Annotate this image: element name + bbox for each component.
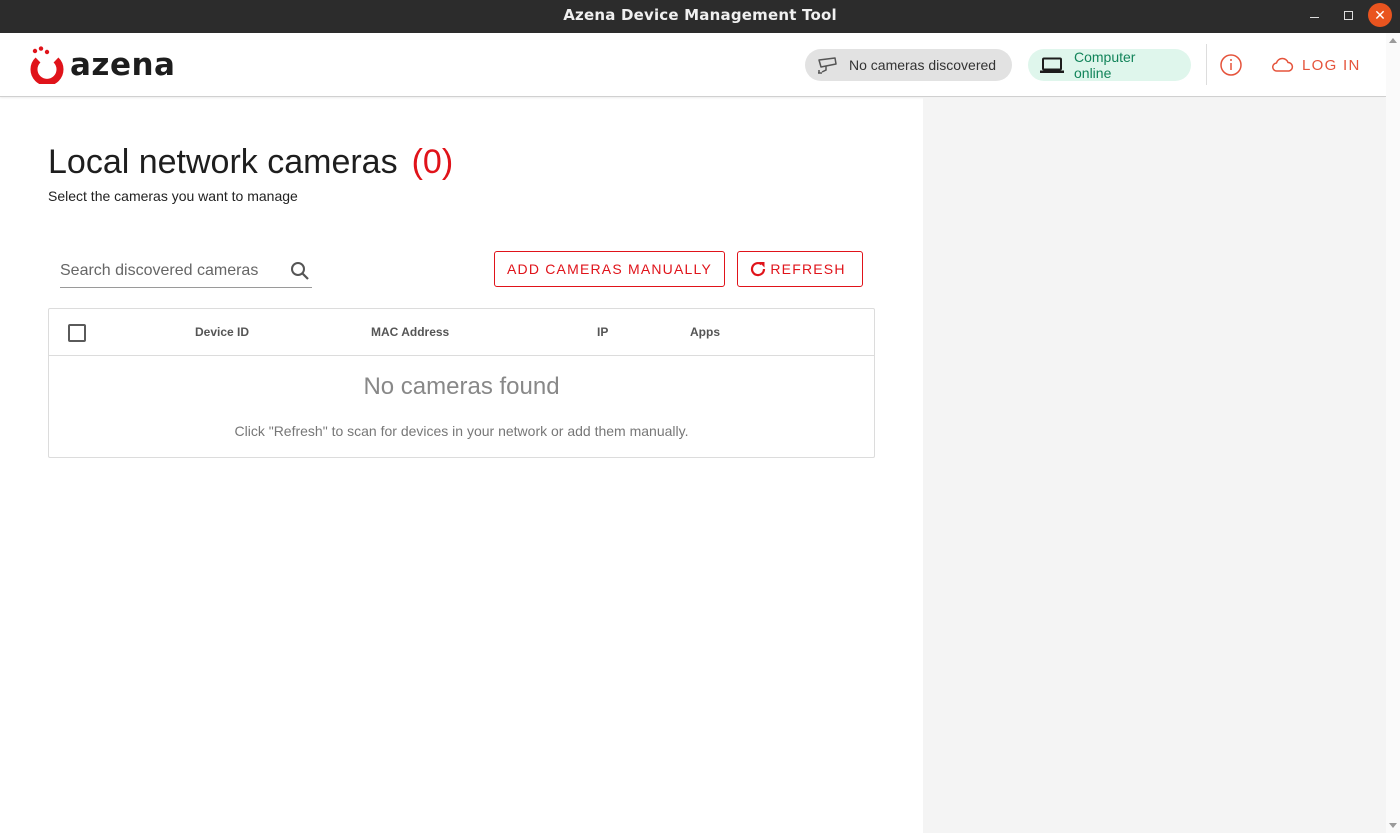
- refresh-button[interactable]: REFRESH: [737, 251, 863, 287]
- login-button[interactable]: LOG IN: [1272, 52, 1361, 78]
- azena-logo-icon: [30, 46, 64, 84]
- login-label: LOG IN: [1302, 56, 1361, 74]
- page-subtitle: Select the cameras you want to manage: [48, 188, 298, 204]
- empty-state-hint: Click "Refresh" to scan for devices in y…: [234, 423, 689, 439]
- maximize-button[interactable]: [1334, 0, 1362, 30]
- computer-status-text: Computer online: [1074, 49, 1136, 81]
- cameras-status-chip: No cameras discovered: [805, 49, 1012, 81]
- column-device-id[interactable]: Device ID: [195, 325, 249, 339]
- cloud-icon: [1272, 57, 1294, 73]
- app-header: azena No cameras discovered Computer onl…: [0, 33, 1386, 97]
- column-apps[interactable]: Apps: [690, 325, 720, 339]
- logo-text: azena: [70, 47, 176, 83]
- select-all-checkbox[interactable]: [68, 324, 86, 342]
- add-cameras-manually-button[interactable]: ADD CAMERAS MANUALLY: [494, 251, 725, 287]
- azena-logo[interactable]: azena: [30, 46, 175, 84]
- cameras-table: Device ID MAC Address IP Apps No cameras…: [48, 308, 875, 458]
- page-title-text: Local network cameras: [48, 143, 398, 181]
- column-ip[interactable]: IP: [597, 325, 608, 339]
- table-header: Device ID MAC Address IP Apps: [49, 309, 874, 356]
- cameras-status-text: No cameras discovered: [849, 57, 997, 73]
- search-input[interactable]: [60, 256, 282, 286]
- refresh-icon: [748, 259, 768, 279]
- page-title: Local network cameras (0): [48, 143, 453, 182]
- close-window-button[interactable]: ✕: [1368, 3, 1392, 27]
- scroll-down-arrow-icon[interactable]: [1389, 823, 1397, 828]
- laptop-icon: [1040, 57, 1064, 73]
- search-icon[interactable]: [290, 261, 310, 286]
- window-titlebar: Azena Device Management Tool ✕: [0, 0, 1400, 33]
- column-mac-address[interactable]: MAC Address: [371, 325, 449, 339]
- search-field: [60, 255, 312, 288]
- info-icon: [1220, 54, 1242, 76]
- computer-status-chip: Computer online: [1028, 49, 1191, 81]
- camera-icon: [817, 56, 839, 74]
- minimize-icon: [1309, 17, 1319, 18]
- header-divider: [1206, 44, 1207, 85]
- refresh-label: REFRESH: [770, 261, 846, 277]
- vertical-scrollbar[interactable]: [1386, 33, 1400, 833]
- maximize-icon: [1343, 10, 1353, 20]
- minimize-button[interactable]: [1300, 0, 1328, 30]
- side-panel: [923, 98, 1386, 833]
- info-button[interactable]: [1219, 53, 1243, 77]
- close-icon: ✕: [1374, 6, 1386, 23]
- window-title: Azena Device Management Tool: [563, 6, 837, 24]
- camera-count: (0): [411, 143, 454, 181]
- empty-state-title: No cameras found: [363, 373, 560, 400]
- scroll-up-arrow-icon[interactable]: [1389, 38, 1397, 43]
